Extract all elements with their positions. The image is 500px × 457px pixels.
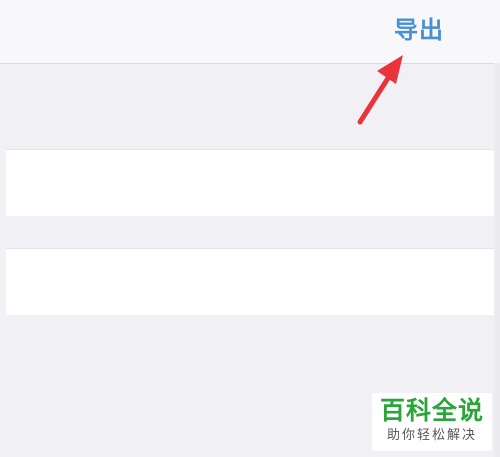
watermark-subtitle: 助你轻松解决 (386, 428, 477, 443)
watermark-title: 百科全说 (379, 396, 484, 425)
watermark-logo: 百科全说 助你轻松解决 (372, 393, 492, 451)
section-header (0, 64, 500, 149)
list-row[interactable] (6, 248, 500, 316)
navigation-bar: 导出 (0, 0, 500, 64)
scrollbar-track (494, 63, 500, 457)
section-separator (0, 216, 500, 248)
list-row[interactable] (6, 149, 500, 217)
export-button[interactable]: 导出 (394, 14, 444, 46)
